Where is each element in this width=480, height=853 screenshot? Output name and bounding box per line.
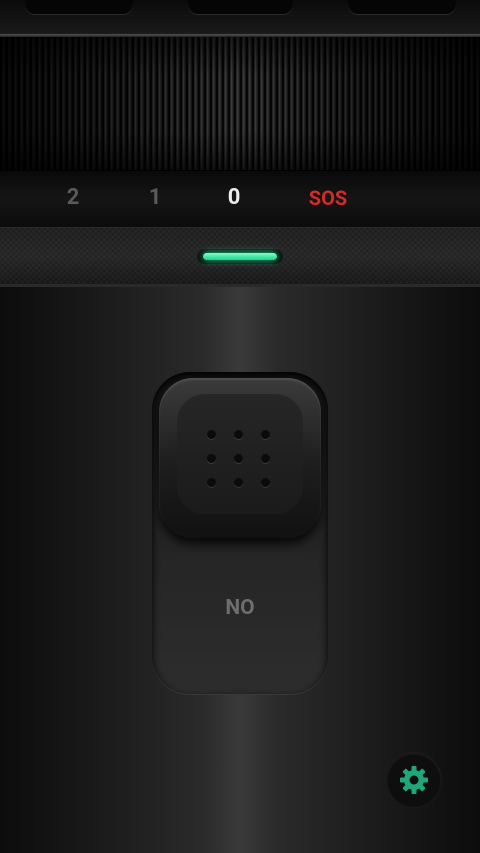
power-indicator-light (203, 253, 277, 260)
grip-dot (234, 454, 243, 463)
grip-dot (261, 478, 270, 487)
mode-option-0[interactable]: 0 (204, 184, 264, 212)
settings-button[interactable] (387, 753, 441, 807)
grip-dot (261, 430, 270, 439)
top-tab-left (25, 0, 133, 14)
mode-option-sos[interactable]: SOS (298, 184, 358, 212)
switch-state-label: NO (225, 596, 255, 620)
top-tab-right (348, 0, 456, 14)
top-tab-center (188, 0, 293, 14)
grip-dot (261, 454, 270, 463)
knob-face (177, 394, 303, 514)
grip-dot (207, 430, 216, 439)
grip-dot (207, 454, 216, 463)
mode-option-2[interactable]: 2 (43, 184, 103, 212)
grip-dot (234, 430, 243, 439)
mode-dial-shade (0, 37, 480, 170)
grip-dot (207, 478, 216, 487)
power-switch-knob[interactable] (159, 378, 321, 538)
gear-icon (400, 766, 428, 794)
mode-option-1[interactable]: 1 (125, 184, 185, 212)
grip-dot (234, 478, 243, 487)
